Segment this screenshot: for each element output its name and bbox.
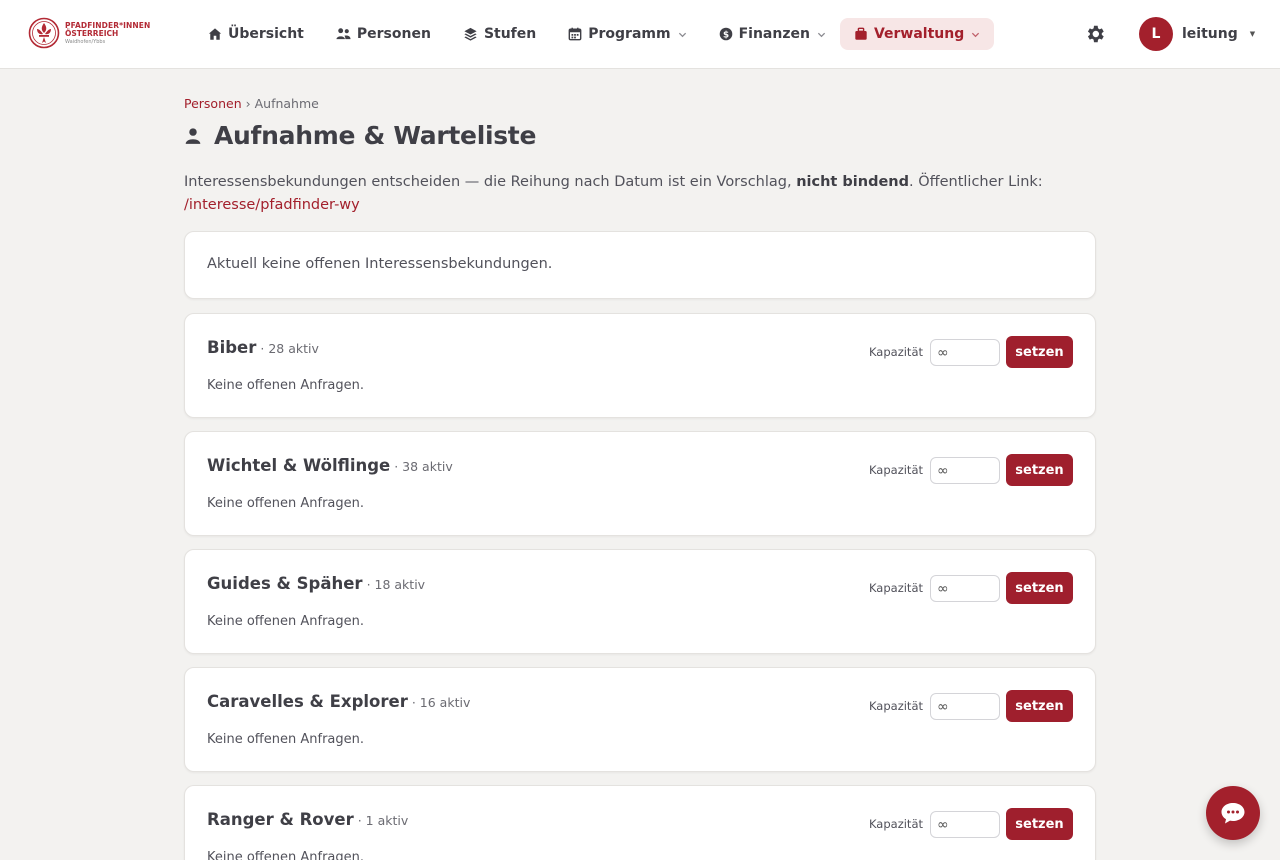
interest-notice-card: Aktuell keine offenen Interessensbekundu… bbox=[184, 231, 1096, 299]
nav-item-label: Finanzen bbox=[738, 26, 810, 42]
capacity-label: Kapazität bbox=[868, 463, 923, 477]
user-name: leitung bbox=[1182, 26, 1238, 42]
capacity-input[interactable] bbox=[930, 456, 1000, 484]
capacity-control: Kapazität setzen bbox=[869, 336, 1073, 368]
chevron-down-icon bbox=[817, 32, 826, 37]
people-icon bbox=[336, 28, 351, 40]
capacity-label: Kapazität bbox=[868, 817, 923, 831]
stufe-card-wichtel-woelflinge: Wichtel & Wölflinge · 38 aktiv Kapazität… bbox=[184, 431, 1096, 536]
stufe-card-biber: Biber · 28 aktiv Kapazität setzen Keine … bbox=[184, 313, 1096, 418]
intro-emphasis: nicht bindend bbox=[796, 174, 909, 190]
chevron-down-icon bbox=[972, 32, 980, 37]
intro-text-after: . Öffentlicher Link: bbox=[908, 174, 1043, 190]
chevron-down-icon bbox=[678, 32, 686, 37]
capacity-input[interactable] bbox=[930, 338, 1000, 366]
nav-item-label: Übersicht bbox=[228, 26, 304, 42]
layers-icon bbox=[464, 27, 477, 41]
breadcrumb-link-personen[interactable]: Personen bbox=[184, 96, 242, 111]
breadcrumb: Personen › Aufnahme bbox=[184, 96, 319, 111]
briefcase-icon bbox=[855, 27, 867, 40]
logo-line-2: ÖSTERREICH bbox=[65, 29, 119, 38]
page-header: Aufnahme & Warteliste bbox=[184, 121, 536, 150]
nav-item-programm[interactable]: Programm bbox=[558, 18, 696, 50]
empty-requests-text: Keine offenen Anfragen. bbox=[207, 850, 365, 860]
stufe-name: Caravelles & Explorer bbox=[207, 692, 408, 711]
stufe-active-count: · 1 aktiv bbox=[357, 813, 409, 828]
capacity-control: Kapazität setzen bbox=[869, 690, 1073, 722]
nav-item-label: Programm bbox=[588, 26, 671, 42]
capacity-control: Kapazität setzen bbox=[869, 572, 1073, 604]
logo-line-1: PFADFINDER*INNEN bbox=[65, 20, 151, 30]
nav-item-label: Verwaltung bbox=[873, 26, 965, 42]
set-capacity-button[interactable]: setzen bbox=[1006, 690, 1073, 722]
capacity-label: Kapazität bbox=[868, 345, 923, 359]
svg-text:$: $ bbox=[723, 31, 729, 41]
nav-item-personen[interactable]: Personen bbox=[326, 18, 441, 50]
set-capacity-button[interactable]: setzen bbox=[1006, 336, 1073, 368]
stufe-active-count: · 38 aktiv bbox=[394, 459, 453, 474]
stufe-card-caravelles-explorer: Caravelles & Explorer · 16 aktiv Kapazit… bbox=[184, 667, 1096, 772]
public-interest-link[interactable]: /interesse/pfadfinder-wy bbox=[184, 197, 360, 213]
nav-item-label: Stufen bbox=[483, 26, 537, 42]
capacity-input[interactable] bbox=[930, 574, 1000, 602]
top-navigation-bar: PFADFINDER*INNEN ÖSTERREICH Waidhofen/Yb… bbox=[0, 0, 1280, 69]
page-intro: Interessensbekundungen entscheiden — die… bbox=[184, 171, 1096, 217]
gear-icon[interactable] bbox=[1084, 23, 1106, 45]
empty-requests-text: Keine offenen Anfragen. bbox=[207, 614, 365, 629]
avatar: L bbox=[1139, 17, 1173, 51]
nav-item-label: Personen bbox=[356, 26, 431, 42]
logo-line-3: Waidhofen/Ybbs bbox=[65, 38, 106, 45]
set-capacity-button[interactable]: setzen bbox=[1006, 808, 1073, 840]
stufe-name: Biber bbox=[207, 338, 257, 357]
user-menu[interactable]: L leitung ▼ bbox=[1139, 17, 1255, 51]
nav-item-finanzen[interactable]: $ Finanzen bbox=[709, 18, 836, 50]
stufe-name: Guides & Späher bbox=[207, 574, 363, 593]
breadcrumb-current: Aufnahme bbox=[254, 96, 319, 111]
chat-button[interactable] bbox=[1206, 786, 1260, 840]
empty-requests-text: Keine offenen Anfragen. bbox=[207, 378, 365, 393]
main-nav: Übersicht Personen Stufen Programm $ Fin… bbox=[198, 18, 995, 50]
home-icon bbox=[208, 28, 222, 40]
stufe-active-count: · 18 aktiv bbox=[366, 577, 426, 592]
stufe-active-count: · 16 aktiv bbox=[411, 695, 471, 710]
stufe-active-count: · 28 aktiv bbox=[260, 341, 319, 356]
breadcrumb-separator: › bbox=[245, 96, 251, 111]
scout-lily-icon bbox=[28, 17, 60, 49]
page-title: Aufnahme & Warteliste bbox=[214, 121, 537, 150]
nav-item-stufen[interactable]: Stufen bbox=[453, 18, 546, 50]
capacity-label: Kapazität bbox=[868, 699, 923, 713]
capacity-label: Kapazität bbox=[868, 581, 923, 595]
nav-item-uebersicht[interactable]: Übersicht bbox=[198, 18, 314, 50]
capacity-control: Kapazität setzen bbox=[869, 454, 1073, 486]
intro-text: Interessensbekundungen entscheiden — die… bbox=[184, 174, 797, 190]
stufe-name: Wichtel & Wölflinge bbox=[207, 456, 391, 475]
capacity-control: Kapazität setzen bbox=[869, 808, 1073, 840]
set-capacity-button[interactable]: setzen bbox=[1006, 454, 1073, 486]
capacity-input[interactable] bbox=[930, 692, 1000, 720]
dollar-icon: $ bbox=[719, 27, 732, 41]
set-capacity-button[interactable]: setzen bbox=[1006, 572, 1073, 604]
chat-bubble-icon bbox=[1221, 803, 1245, 824]
stufe-name: Ranger & Rover bbox=[207, 810, 354, 829]
calendar-icon bbox=[568, 27, 582, 41]
caret-down-icon: ▼ bbox=[1249, 30, 1256, 38]
person-icon bbox=[185, 127, 201, 144]
capacity-input[interactable] bbox=[930, 810, 1000, 838]
organization-logo[interactable]: PFADFINDER*INNEN ÖSTERREICH Waidhofen/Yb… bbox=[28, 16, 150, 50]
stufe-card-ranger-rover: Ranger & Rover · 1 aktiv Kapazität setze… bbox=[184, 785, 1096, 860]
empty-requests-text: Keine offenen Anfragen. bbox=[207, 732, 365, 747]
notice-text: Aktuell keine offenen Interessensbekundu… bbox=[207, 256, 553, 272]
nav-item-verwaltung[interactable]: Verwaltung bbox=[839, 18, 995, 50]
stufe-card-guides-spaeher: Guides & Späher · 18 aktiv Kapazität set… bbox=[184, 549, 1096, 654]
empty-requests-text: Keine offenen Anfragen. bbox=[207, 496, 365, 511]
